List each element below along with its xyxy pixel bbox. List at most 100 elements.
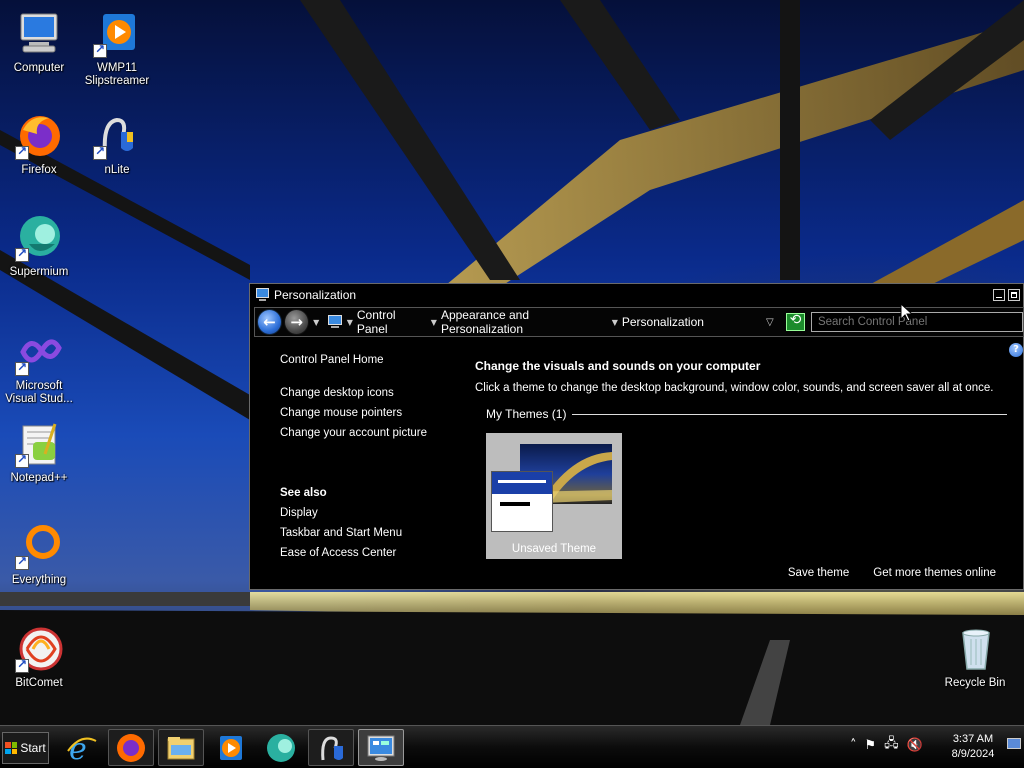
arrow-right-icon: → bbox=[290, 313, 303, 331]
group-divider bbox=[572, 413, 1007, 415]
action-center-flag-icon[interactable]: ⚑ bbox=[865, 738, 877, 753]
start-label: Start bbox=[20, 741, 46, 755]
see-also-heading: See also bbox=[280, 487, 327, 499]
get-more-themes-link[interactable]: Get more themes online bbox=[873, 567, 996, 579]
taskbar-media-player[interactable] bbox=[208, 729, 254, 766]
shortcut-arrow-icon bbox=[93, 144, 107, 160]
window-titlebar[interactable]: Personalization bbox=[250, 284, 1023, 305]
task-sidebar: Control Panel Home Change desktop icons … bbox=[280, 354, 427, 567]
taskbar-start-menu-link[interactable]: Taskbar and Start Menu bbox=[280, 527, 427, 539]
taskbar-nlite[interactable] bbox=[308, 729, 354, 766]
control-panel-icon bbox=[328, 315, 343, 328]
supermium-icon bbox=[15, 214, 63, 262]
shortcut-arrow-icon bbox=[15, 554, 29, 570]
network-icon[interactable]: 🖧 bbox=[884, 734, 899, 756]
change-desktop-icons-link[interactable]: Change desktop icons bbox=[280, 387, 427, 399]
desktop-icon-everything[interactable]: Everything bbox=[0, 522, 78, 587]
breadcrumb-control-panel[interactable]: Control Panel bbox=[357, 308, 427, 336]
clock-time: 3:37 AM bbox=[952, 733, 994, 745]
page-description: Click a theme to change the desktop back… bbox=[475, 382, 994, 394]
taskbar-internet-explorer[interactable]: e bbox=[58, 729, 104, 766]
mouse-cursor-icon bbox=[900, 303, 914, 322]
shortcut-arrow-icon bbox=[93, 42, 107, 58]
personalization-window[interactable]: Personalization ← → ▼ ▼ Control Panel ▼ … bbox=[249, 283, 1024, 590]
ease-of-access-link[interactable]: Ease of Access Center bbox=[280, 547, 427, 559]
arrow-left-icon: ← bbox=[263, 313, 276, 331]
notepadpp-icon bbox=[15, 420, 63, 468]
system-clock[interactable]: 3:37 AM 8/9/2024 bbox=[940, 732, 1006, 762]
shortcut-arrow-icon bbox=[15, 360, 29, 376]
recent-pages-dropdown[interactable]: ▼ bbox=[313, 318, 319, 327]
my-themes-label: My Themes (1) bbox=[486, 407, 567, 421]
taskbar-control-panel[interactable] bbox=[358, 729, 404, 766]
desktop-icon-label: Everything bbox=[11, 574, 67, 586]
notification-area: ˄ ⚑ 🖧 🔇 bbox=[850, 734, 923, 756]
address-history-dropdown[interactable]: ▽ bbox=[766, 317, 774, 328]
nlite-icon bbox=[321, 735, 343, 760]
desktop-icon-label: Microsoft Visual Stud... bbox=[5, 380, 73, 405]
visual-studio-icon bbox=[15, 328, 63, 376]
internet-explorer-icon: e bbox=[67, 732, 97, 765]
display-link[interactable]: Display bbox=[280, 507, 427, 519]
show-hidden-icons-icon[interactable]: ˄ bbox=[850, 738, 857, 753]
change-mouse-pointers-link[interactable]: Change mouse pointers bbox=[280, 407, 427, 419]
breadcrumb-personalization[interactable]: Personalization bbox=[622, 315, 704, 329]
windows-logo-icon bbox=[5, 742, 18, 754]
refresh-button[interactable] bbox=[785, 312, 805, 331]
desktop-icon-bitcomet[interactable]: BitComet bbox=[0, 625, 78, 690]
bitcomet-icon bbox=[15, 625, 63, 673]
desktop-icon-label: Supermium bbox=[9, 266, 69, 278]
desktop-icon-firefox[interactable]: Firefox bbox=[0, 112, 78, 177]
theme-window-preview bbox=[491, 471, 553, 532]
back-button[interactable]: ← bbox=[257, 309, 283, 335]
desktop-icon-computer[interactable]: Computer bbox=[0, 10, 78, 75]
shortcut-arrow-icon bbox=[15, 246, 29, 262]
firefox-icon bbox=[117, 733, 145, 762]
desktop-icon-supermium[interactable]: Supermium bbox=[0, 214, 78, 279]
desktop-icon-recycle-bin[interactable]: Recycle Bin bbox=[936, 625, 1014, 690]
control-panel-icon bbox=[256, 288, 269, 301]
firefox-icon bbox=[15, 112, 63, 160]
media-player-icon bbox=[220, 735, 242, 760]
control-panel-icon bbox=[367, 735, 395, 761]
desktop-icon-label: Computer bbox=[13, 62, 65, 74]
change-account-picture-link[interactable]: Change your account picture bbox=[280, 427, 427, 439]
chevron-down-icon[interactable]: ▼ bbox=[347, 318, 353, 327]
supermium-icon bbox=[267, 733, 295, 762]
shortcut-arrow-icon bbox=[15, 144, 29, 160]
chevron-down-icon[interactable]: ▼ bbox=[612, 318, 618, 327]
explorer-icon bbox=[167, 736, 195, 759]
desktop-icon-visual-studio[interactable]: Microsoft Visual Stud... bbox=[0, 328, 78, 406]
breadcrumb-appearance[interactable]: Appearance and Personalization bbox=[441, 308, 608, 336]
theme-name: Unsaved Theme bbox=[511, 543, 597, 555]
shortcut-arrow-icon bbox=[15, 452, 29, 468]
theme-tile-unsaved[interactable]: Unsaved Theme bbox=[486, 433, 622, 559]
desktop-icon-label: Firefox bbox=[21, 164, 57, 176]
taskbar-firefox[interactable] bbox=[108, 729, 154, 766]
desktop-icon-notepadpp[interactable]: Notepad++ bbox=[0, 420, 78, 485]
taskbar-supermium[interactable] bbox=[258, 729, 304, 766]
taskbar-explorer[interactable] bbox=[158, 729, 204, 766]
everything-icon bbox=[15, 522, 63, 570]
window-title: Personalization bbox=[274, 287, 357, 302]
control-panel-home-link[interactable]: Control Panel Home bbox=[280, 354, 427, 366]
start-button[interactable]: Start bbox=[2, 732, 49, 764]
theme-actions: Save theme Get more themes online bbox=[788, 567, 996, 579]
chevron-down-icon[interactable]: ▼ bbox=[431, 318, 437, 327]
desktop-icon-label: BitComet bbox=[15, 677, 63, 689]
desktop-icon-nlite[interactable]: nLite bbox=[78, 112, 156, 177]
taskbar: Start e ˄ ⚑ 🖧 🔇 3:37 AM 8/9/2024 bbox=[0, 725, 1024, 768]
volume-muted-icon[interactable]: 🔇 bbox=[907, 738, 923, 753]
forward-button[interactable]: → bbox=[284, 309, 310, 335]
nlite-icon bbox=[93, 112, 141, 160]
desktop-icon-wmp-slipstreamer[interactable]: WMP11 Slipstreamer bbox=[78, 10, 156, 88]
svg-text:e: e bbox=[69, 732, 87, 765]
clock-date: 8/9/2024 bbox=[951, 748, 995, 760]
my-themes-group-header: My Themes (1) bbox=[486, 407, 1015, 421]
save-theme-link[interactable]: Save theme bbox=[788, 567, 849, 579]
show-desktop-button[interactable] bbox=[1007, 738, 1021, 749]
minimize-button[interactable] bbox=[993, 288, 1005, 301]
desktop-icon-label: WMP11 Slipstreamer bbox=[84, 62, 150, 87]
help-icon[interactable]: ? bbox=[1009, 343, 1023, 357]
maximize-button[interactable] bbox=[1008, 288, 1020, 301]
